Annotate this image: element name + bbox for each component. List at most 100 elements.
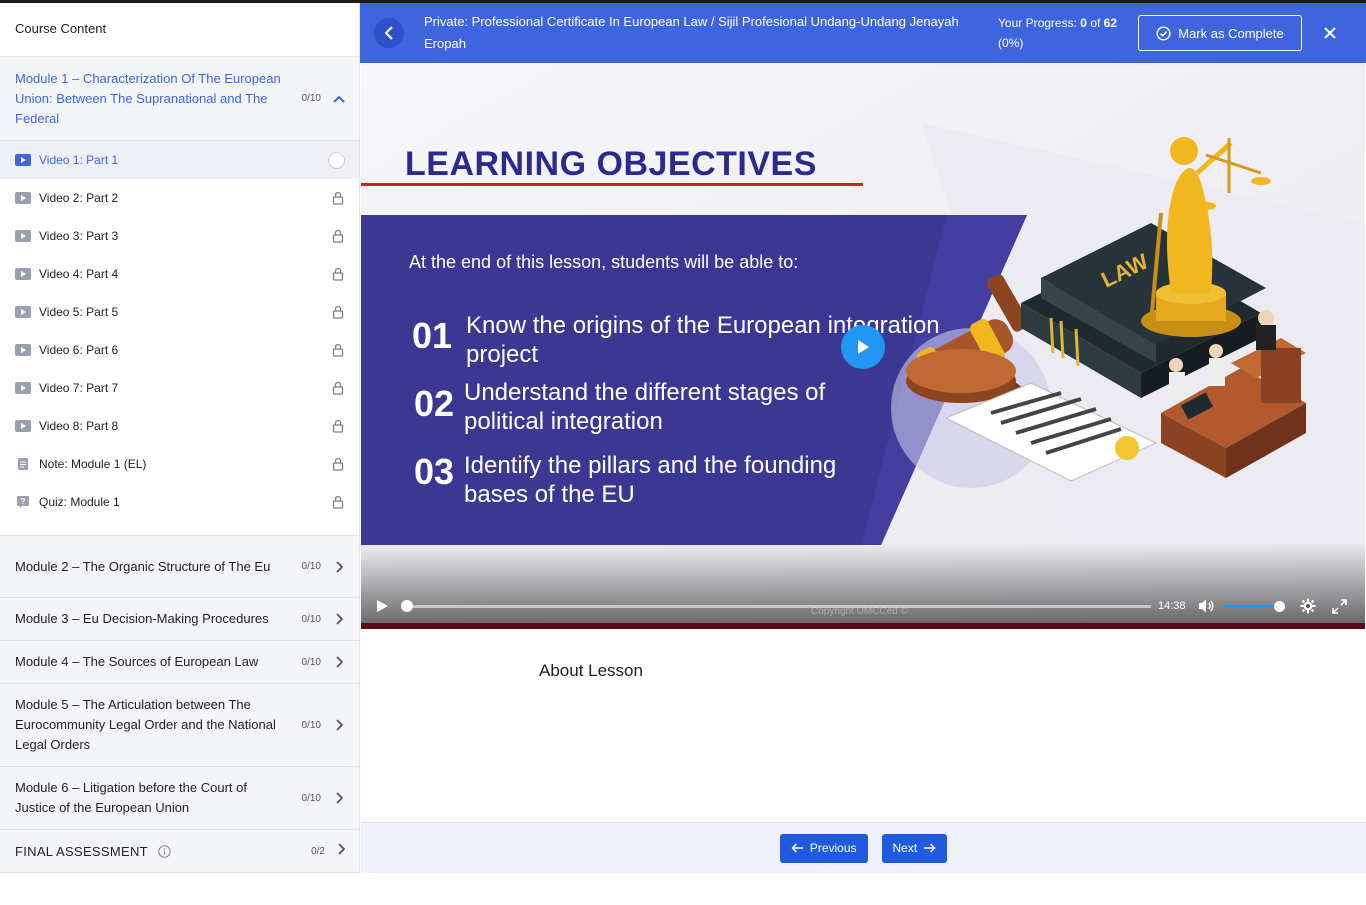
lesson-item-video-1[interactable]: Video 1: Part 1 xyxy=(0,141,359,179)
module-title: Module 3 – Eu Decision-Making Procedures xyxy=(15,611,269,626)
fullscreen-icon[interactable] xyxy=(1331,598,1347,614)
video-icon xyxy=(15,268,31,280)
progress-percent: (0%) xyxy=(998,36,1024,50)
svg-text:?: ? xyxy=(21,497,26,506)
items-spacer xyxy=(0,521,359,536)
title-underline xyxy=(361,183,863,186)
video-icon xyxy=(15,230,31,242)
module-title: Module 4 – The Sources of European Law xyxy=(15,654,259,669)
lesson-label: Note: Module 1 (EL) xyxy=(39,457,147,471)
chevron-right-icon xyxy=(333,719,345,731)
module-6-header[interactable]: Module 6 – Litigation before the Court o… xyxy=(0,767,359,830)
module-1-items: Video 1: Part 1 Video 2: Part 2 Video 3:… xyxy=(0,141,359,521)
module-5-header[interactable]: Module 5 – The Articulation between The … xyxy=(0,684,359,767)
module-count: 0/10 xyxy=(301,561,321,572)
video-icon xyxy=(15,344,31,356)
course-title: Private: Professional Certificate In Eur… xyxy=(424,14,959,51)
lesson-item-video-5[interactable]: Video 5: Part 5 xyxy=(0,293,359,331)
mark-complete-button[interactable]: Mark as Complete xyxy=(1138,15,1302,51)
objective-number: 01 xyxy=(412,315,453,356)
objective-number: 02 xyxy=(414,383,455,424)
module-3-header[interactable]: Module 3 – Eu Decision-Making Procedures… xyxy=(0,598,359,641)
lesson-item-video-3[interactable]: Video 3: Part 3 xyxy=(0,217,359,255)
lesson-footer: Previous Next xyxy=(361,822,1366,873)
module-count: 0/10 xyxy=(301,656,321,668)
chevron-left-icon xyxy=(384,26,393,40)
info-icon[interactable] xyxy=(158,844,171,858)
lock-icon xyxy=(331,343,345,357)
play-icon xyxy=(858,340,869,354)
video-icon xyxy=(15,382,31,394)
arrow-left-icon xyxy=(791,843,803,853)
gear-icon[interactable] xyxy=(1300,598,1316,614)
lesson-item-quiz[interactable]: ? Quiz: Module 1 xyxy=(0,483,359,521)
about-lesson-heading: About Lesson xyxy=(539,661,643,680)
module-count: 0/10 xyxy=(301,792,321,804)
lesson-label: Video 4: Part 4 xyxy=(39,267,119,281)
seek-handle[interactable] xyxy=(401,599,413,612)
lock-icon xyxy=(331,305,345,319)
progress-of: of xyxy=(1090,16,1101,30)
objective-number: 03 xyxy=(414,451,455,492)
chevron-right-icon xyxy=(333,792,345,804)
objective-text: Understand the different stages of polit… xyxy=(464,379,826,435)
back-button[interactable] xyxy=(374,18,404,48)
quiz-icon: ? xyxy=(15,496,31,508)
video-icon xyxy=(15,192,31,204)
volume-icon[interactable] xyxy=(1198,598,1216,614)
module-count: 0/10 xyxy=(301,719,321,731)
progress-done: 0 xyxy=(1080,16,1087,30)
lesson-label: Video 1: Part 1 xyxy=(39,153,119,167)
lock-icon xyxy=(331,267,345,281)
lesson-label: Video 7: Part 7 xyxy=(39,381,119,395)
volume-handle[interactable] xyxy=(1273,600,1285,612)
module-count: 0/10 xyxy=(301,93,321,104)
objective-text: Know the origins of the European integra… xyxy=(466,312,940,368)
video-icon xyxy=(15,306,31,318)
lesson-label: Video 8: Part 8 xyxy=(39,419,119,433)
module-title: Module 6 – Litigation before the Court o… xyxy=(15,780,247,815)
final-assessment-header[interactable]: FINAL ASSESSMENT 0/2 xyxy=(0,830,359,873)
completion-checkbox[interactable] xyxy=(328,151,345,169)
lesson-item-video-4[interactable]: Video 4: Part 4 xyxy=(0,255,359,293)
chevron-right-icon xyxy=(333,613,345,625)
module-2-header[interactable]: Module 2 – The Organic Structure of The … xyxy=(0,536,359,598)
lesson-label: Video 3: Part 3 xyxy=(39,229,119,243)
play-icon[interactable] xyxy=(375,599,389,613)
arrow-right-icon xyxy=(924,843,936,853)
slide-title: LEARNING OBJECTIVES xyxy=(405,145,817,183)
previous-button[interactable]: Previous xyxy=(779,833,868,863)
lesson-label: Video 2: Part 2 xyxy=(39,191,119,205)
lesson-item-video-2[interactable]: Video 2: Part 2 xyxy=(0,179,359,217)
close-icon[interactable] xyxy=(1322,25,1338,41)
next-button[interactable]: Next xyxy=(881,833,948,863)
lesson-label: Video 6: Part 6 xyxy=(39,343,119,357)
lesson-item-note[interactable]: Note: Module 1 (EL) xyxy=(0,445,359,483)
volume-slider[interactable] xyxy=(1223,600,1285,612)
play-overlay-button[interactable] xyxy=(841,325,885,369)
lesson-item-video-6[interactable]: Video 6: Part 6 xyxy=(0,331,359,369)
mark-complete-label: Mark as Complete xyxy=(1178,25,1284,41)
lesson-header: Private: Professional Certificate In Eur… xyxy=(360,3,1366,63)
lesson-item-video-8[interactable]: Video 8: Part 8 xyxy=(0,407,359,445)
final-assessment-title: FINAL ASSESSMENT xyxy=(15,843,148,859)
lock-icon xyxy=(331,495,345,509)
module-title: Module 2 – The Organic Structure of The … xyxy=(15,558,271,574)
video-bottom-bar xyxy=(361,623,1365,629)
check-circle-icon xyxy=(1156,25,1171,41)
lock-icon xyxy=(331,457,345,471)
lesson-label: Video 5: Part 5 xyxy=(39,305,119,319)
lock-icon xyxy=(331,419,345,433)
chevron-up-icon xyxy=(333,93,345,105)
next-label: Next xyxy=(892,841,918,855)
module-1-header[interactable]: Module 1 – Characterization Of The Europ… xyxy=(0,57,359,141)
lesson-item-video-7[interactable]: Video 7: Part 7 xyxy=(0,369,359,407)
final-assessment-count: 0/2 xyxy=(311,845,325,857)
module-4-header[interactable]: Module 4 – The Sources of European Law 0… xyxy=(0,641,359,684)
seek-bar[interactable] xyxy=(401,599,1151,612)
video-player[interactable]: LAW LEARNING OBJECTIVES At the end of th… xyxy=(361,63,1365,629)
progress-text: Your Progress: 0 of 62 (0%) xyxy=(998,13,1128,53)
lock-icon xyxy=(331,381,345,395)
module-count: 0/10 xyxy=(301,613,321,625)
chevron-right-icon xyxy=(333,656,345,668)
